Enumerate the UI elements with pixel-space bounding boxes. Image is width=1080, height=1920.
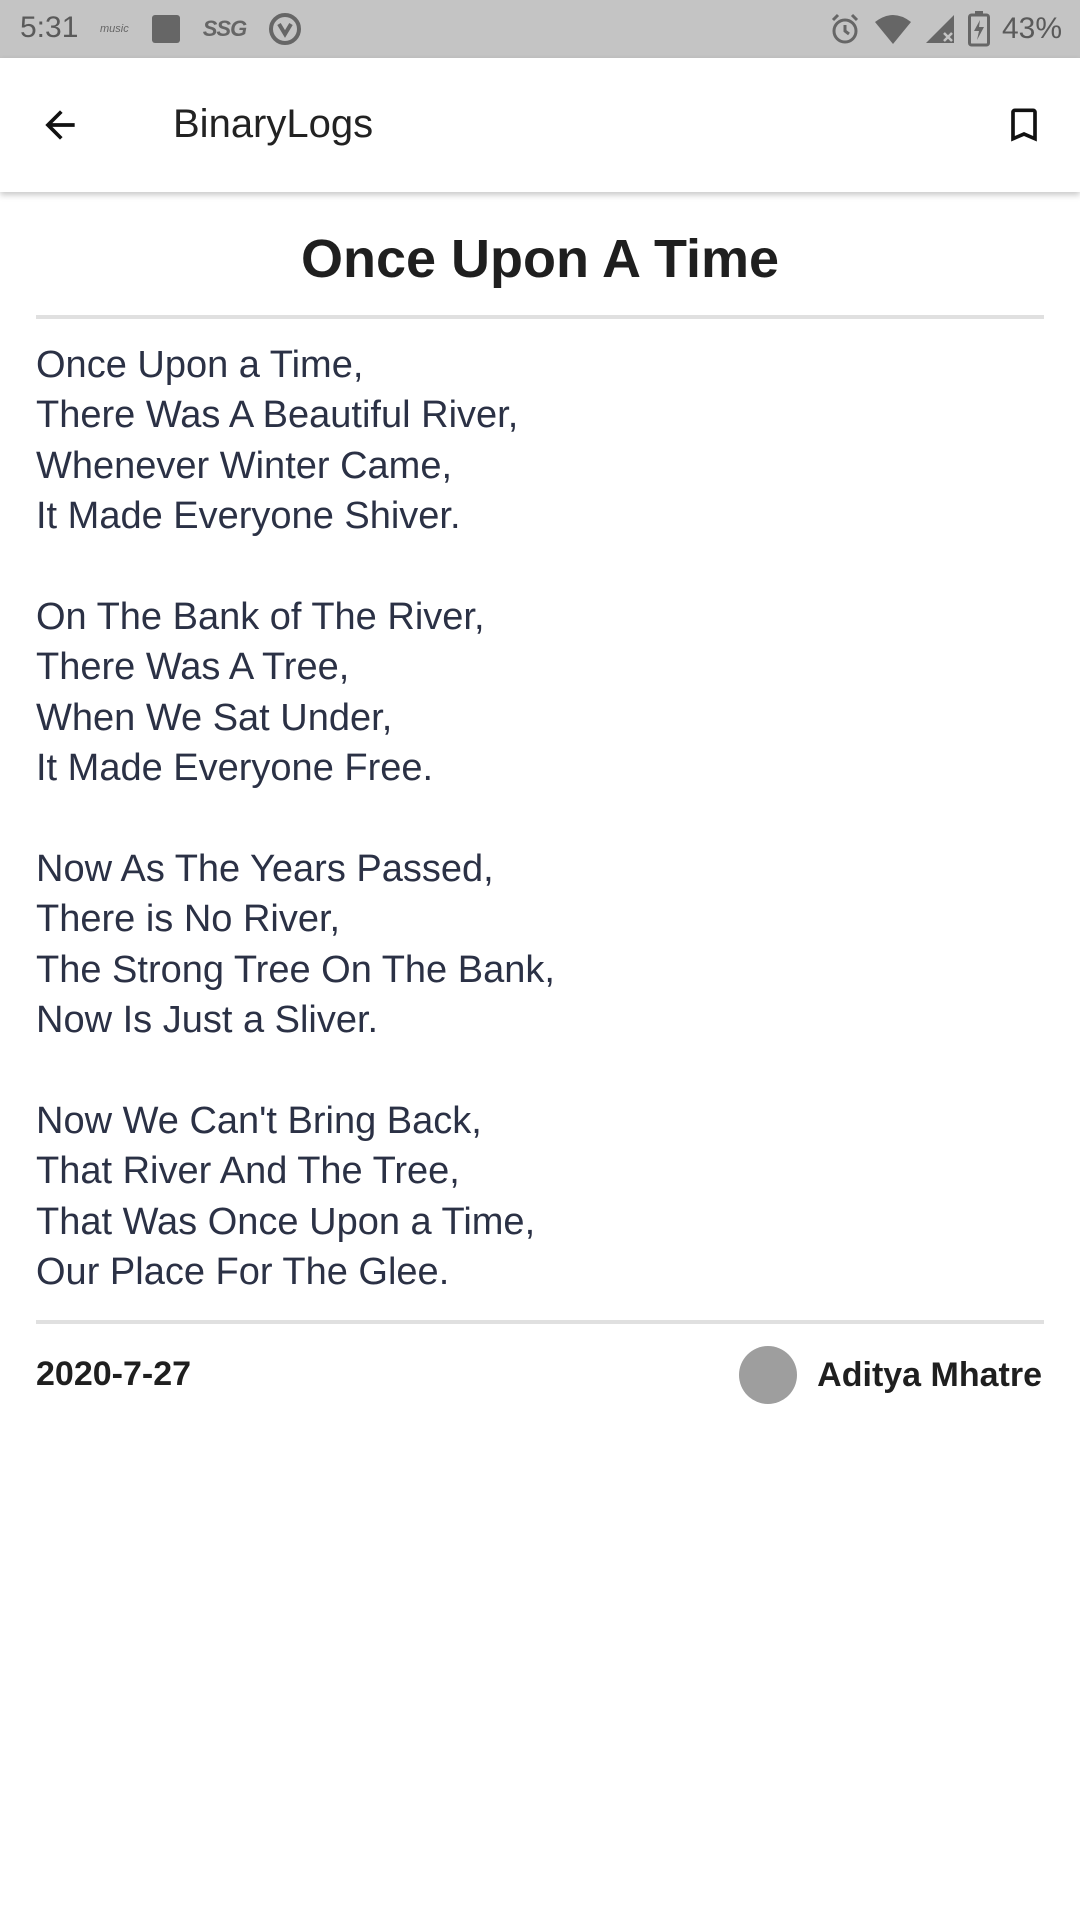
battery-percent: 43% (1001, 12, 1062, 45)
poem-line: Our Place For The Glee. (36, 1251, 450, 1294)
stanza-1: Once Upon a Time, There Was A Beautiful … (36, 340, 1036, 542)
post-meta: 2020-7-27 Aditya Mhatre (36, 1345, 1042, 1405)
stanza-4: Now We Can't Bring Back, That River And … (36, 1096, 1036, 1298)
stanza-3: Now As The Years Passed, There is No Riv… (36, 844, 1036, 1046)
footer-divider (36, 1320, 1044, 1324)
poem-line: Now Is Just a Sliver. (36, 999, 379, 1042)
poem-line: Once Upon a Time, (36, 344, 364, 386)
author-info[interactable]: Aditya Mhatre (739, 1345, 1042, 1405)
back-arrow-icon (45, 110, 75, 140)
wifi-icon (874, 13, 912, 45)
poem-body: Once Upon a Time, There Was A Beautiful … (36, 340, 1036, 1298)
bookmark-icon (1011, 108, 1037, 142)
avatar (739, 1346, 798, 1404)
poem-line: Now We Can't Bring Back, (36, 1100, 482, 1143)
bookmark-button[interactable] (994, 95, 1054, 155)
battery-charging-icon (967, 11, 990, 47)
status-right-icons: 43% (816, 10, 1062, 48)
poem-line: There is No River, (36, 898, 341, 941)
square-app-icon (151, 14, 181, 44)
cell-signal-icon (924, 13, 956, 45)
ssg-label: SSG (202, 16, 247, 41)
music-label: music (100, 22, 129, 35)
poem-line: The Strong Tree On The Bank, (36, 948, 555, 991)
poem-line: It Made Everyone Free. (36, 747, 434, 790)
post-date: 2020-7-27 (36, 1355, 192, 1393)
app-title: BinaryLogs (173, 102, 374, 146)
poem-line: Now As The Years Passed, (36, 848, 494, 891)
status-bar: 5:31 music SSG 43% (0, 0, 1080, 58)
back-button[interactable] (30, 95, 90, 155)
app-bar: BinaryLogs (0, 58, 1080, 192)
title-divider (36, 315, 1044, 319)
vpn-icon (268, 12, 302, 46)
poem-line: There Was A Beautiful River, (36, 394, 519, 437)
status-left-icons: music SSG (100, 12, 324, 46)
ssg-icon: SSG (202, 16, 247, 42)
poem-line: Whenever Winter Came, (36, 444, 453, 487)
poem-line: That River And The Tree, (36, 1150, 460, 1193)
poem-line: When We Sat Under, (36, 696, 393, 739)
alarm-icon (828, 12, 862, 46)
stanza-2: On The Bank of The River, There Was A Tr… (36, 592, 1036, 794)
post-title: Once Upon A Time (300, 229, 780, 289)
amazon-music-icon: music (100, 22, 129, 35)
poem-line: It Made Everyone Shiver. (36, 495, 461, 538)
poem-line: That Was Once Upon a Time, (36, 1200, 536, 1243)
status-time: 5:31 (20, 11, 79, 44)
poem-line: There Was A Tree, (36, 646, 350, 689)
poem-line: On The Bank of The River, (36, 596, 485, 639)
author-name: Aditya Mhatre (817, 1355, 1042, 1394)
